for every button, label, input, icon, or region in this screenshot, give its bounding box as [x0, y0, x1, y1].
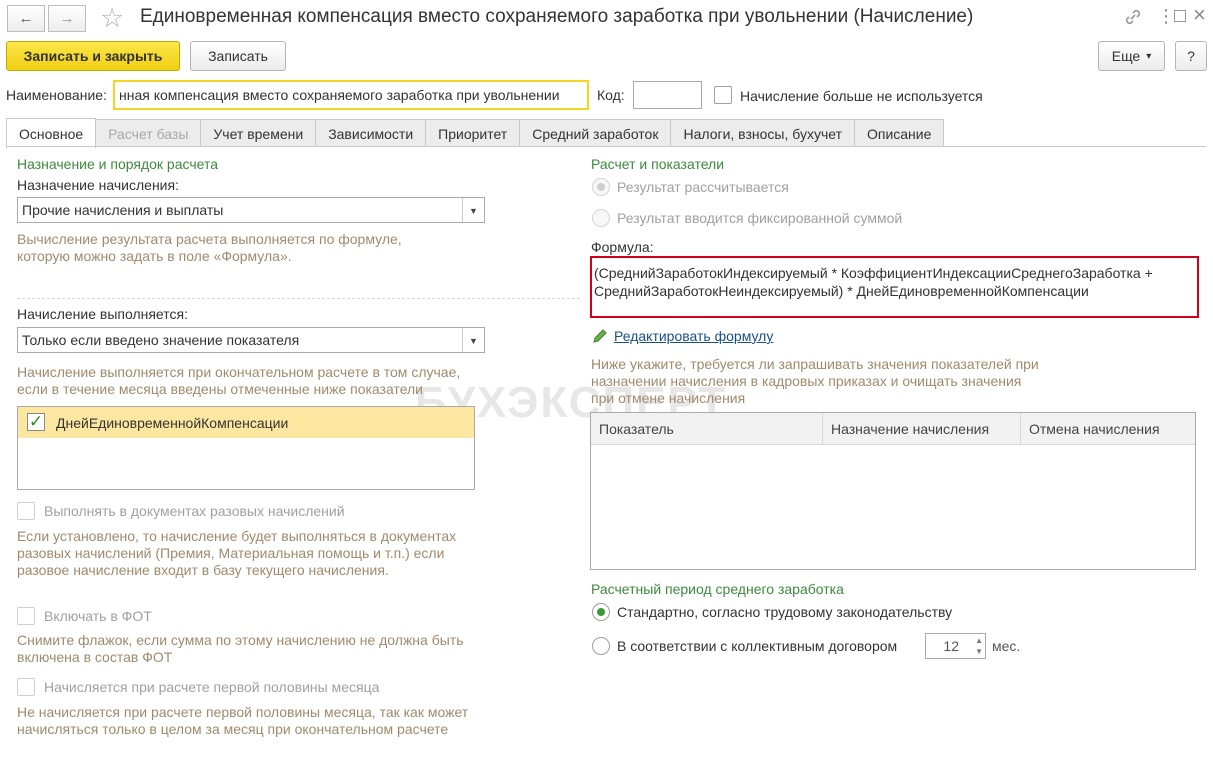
help-button[interactable]: ?: [1175, 41, 1207, 71]
radio-period-standard-label: Стандартно, согласно трудовому законодат…: [617, 604, 953, 620]
formula-field[interactable]: (СреднийЗаработокИндексируемый * Коэффиц…: [590, 256, 1199, 318]
one-time-hint: Если установлено, то начисление будет вы…: [17, 528, 457, 578]
right-section-title: Расчет и показатели: [591, 156, 725, 172]
tab-bar: Основное Расчет базы Учет времени Зависи…: [6, 118, 945, 148]
radio-result-fixed[interactable]: [592, 209, 610, 227]
first-half-checkbox[interactable]: [17, 678, 35, 696]
exec-label: Начисление выполняется:: [17, 306, 188, 322]
save-button[interactable]: Записать: [190, 41, 286, 71]
favorite-star-icon[interactable]: ☆: [100, 3, 124, 34]
first-half-label: Начисляется при расчете первой половины …: [44, 679, 380, 695]
column-header[interactable]: Показатель: [591, 413, 823, 445]
radio-result-fixed-label: Результат вводится фиксированной суммой: [617, 210, 903, 226]
tab-priority[interactable]: Приоритет: [425, 119, 521, 147]
column-header[interactable]: Назначение начисления: [823, 413, 1021, 445]
formula-text: (СреднийЗаработокИндексируемый * Коэффиц…: [594, 265, 1153, 299]
chevron-down-icon[interactable]: ▼: [462, 328, 484, 352]
period-section-title: Расчетный период среднего заработка: [591, 581, 844, 597]
tab-dependencies[interactable]: Зависимости: [315, 119, 427, 147]
tab-average-earnings[interactable]: Средний заработок: [519, 119, 672, 147]
one-time-label: Выполнять в документах разовых начислени…: [44, 503, 345, 519]
exec-select[interactable]: Только если введено значение показателя …: [17, 327, 485, 353]
radio-period-collective[interactable]: [592, 637, 610, 655]
divider: [17, 298, 580, 299]
column-header[interactable]: Отмена начисления: [1021, 413, 1195, 445]
edit-formula-link[interactable]: Редактировать формулу: [614, 328, 773, 344]
window-title: Единовременная компенсация вместо сохран…: [140, 6, 974, 27]
indicator-checkbox[interactable]: ✓: [27, 413, 45, 431]
code-label: Код:: [597, 87, 625, 103]
tab-divider: [6, 146, 1206, 147]
fot-checkbox[interactable]: [17, 607, 35, 625]
more-button[interactable]: Еще ▾: [1098, 41, 1165, 71]
left-section-title: Назначение и порядок расчета: [17, 156, 219, 172]
purpose-label: Назначение начисления:: [17, 177, 179, 193]
name-label: Наименование:: [6, 87, 107, 103]
more-label: Еще: [1111, 48, 1141, 64]
tab-base-calculation[interactable]: Расчет базы: [95, 119, 202, 147]
purpose-select[interactable]: Прочие начисления и выплаты ▼: [17, 197, 485, 223]
tab-taxes[interactable]: Налоги, взносы, бухучет: [670, 119, 855, 147]
exec-value: Только если введено значение показателя: [22, 332, 300, 348]
months-unit: мес.: [992, 638, 1021, 654]
table-header: Показатель Назначение начисления Отмена …: [591, 413, 1195, 445]
one-time-checkbox[interactable]: [17, 502, 35, 520]
purpose-hint: Вычисление результата расчета выполняетс…: [17, 231, 402, 264]
chevron-down-icon[interactable]: ▼: [462, 198, 484, 222]
tab-main[interactable]: Основное: [6, 118, 97, 148]
tab-description[interactable]: Описание: [853, 119, 945, 147]
months-value: 12: [943, 638, 959, 654]
radio-result-calculated-label: Результат рассчитывается: [617, 179, 789, 195]
indicators-hint: Ниже укажите, требуется ли запрашивать з…: [591, 356, 1039, 406]
indicator-list[interactable]: ✓ ДнейЕдиновременнойКомпенсации: [17, 406, 475, 490]
name-input[interactable]: нная компенсация вместо сохраняемого зар…: [113, 80, 589, 110]
purpose-value: Прочие начисления и выплаты: [22, 202, 224, 218]
exec-hint: Начисление выполняется при окончательном…: [17, 364, 461, 397]
indicators-table[interactable]: Показатель Назначение начисления Отмена …: [590, 412, 1196, 570]
radio-period-standard[interactable]: [592, 603, 610, 621]
close-icon[interactable]: ×: [1193, 2, 1206, 28]
list-item[interactable]: ✓ ДнейЕдиновременнойКомпенсации: [18, 407, 474, 438]
months-stepper[interactable]: 12 ▲ ▼: [925, 633, 986, 659]
not-used-label: Начисление больше не используется: [740, 88, 983, 104]
back-arrow-icon: ←: [18, 10, 34, 27]
indicator-name: ДнейЕдиновременнойКомпенсации: [56, 415, 289, 431]
first-half-hint: Не начисляется при расчете первой полови…: [17, 704, 469, 737]
radio-period-collective-label: В соответствии с коллективным договором: [617, 638, 898, 654]
not-used-checkbox[interactable]: [714, 86, 732, 104]
fot-hint: Снимите флажок, если сумма по этому начи…: [17, 632, 464, 665]
chevron-down-icon: ▾: [1146, 50, 1152, 62]
forward-button[interactable]: →: [48, 5, 86, 32]
forward-arrow-icon: →: [59, 10, 75, 27]
tab-time-accounting[interactable]: Учет времени: [200, 119, 317, 147]
pencil-icon: [592, 328, 610, 346]
formula-label: Формула:: [591, 239, 654, 255]
maximize-icon[interactable]: [1174, 10, 1186, 22]
save-and-close-button[interactable]: Записать и закрыть: [6, 41, 180, 71]
link-icon[interactable]: [1123, 7, 1143, 32]
fot-label: Включать в ФОТ: [44, 608, 152, 624]
more-actions-icon[interactable]: ⋮: [1157, 6, 1175, 27]
radio-result-calculated[interactable]: [592, 178, 610, 196]
back-button[interactable]: ←: [7, 5, 45, 32]
code-input[interactable]: [633, 81, 702, 109]
stepper-arrows-icon[interactable]: ▲ ▼: [975, 635, 983, 657]
